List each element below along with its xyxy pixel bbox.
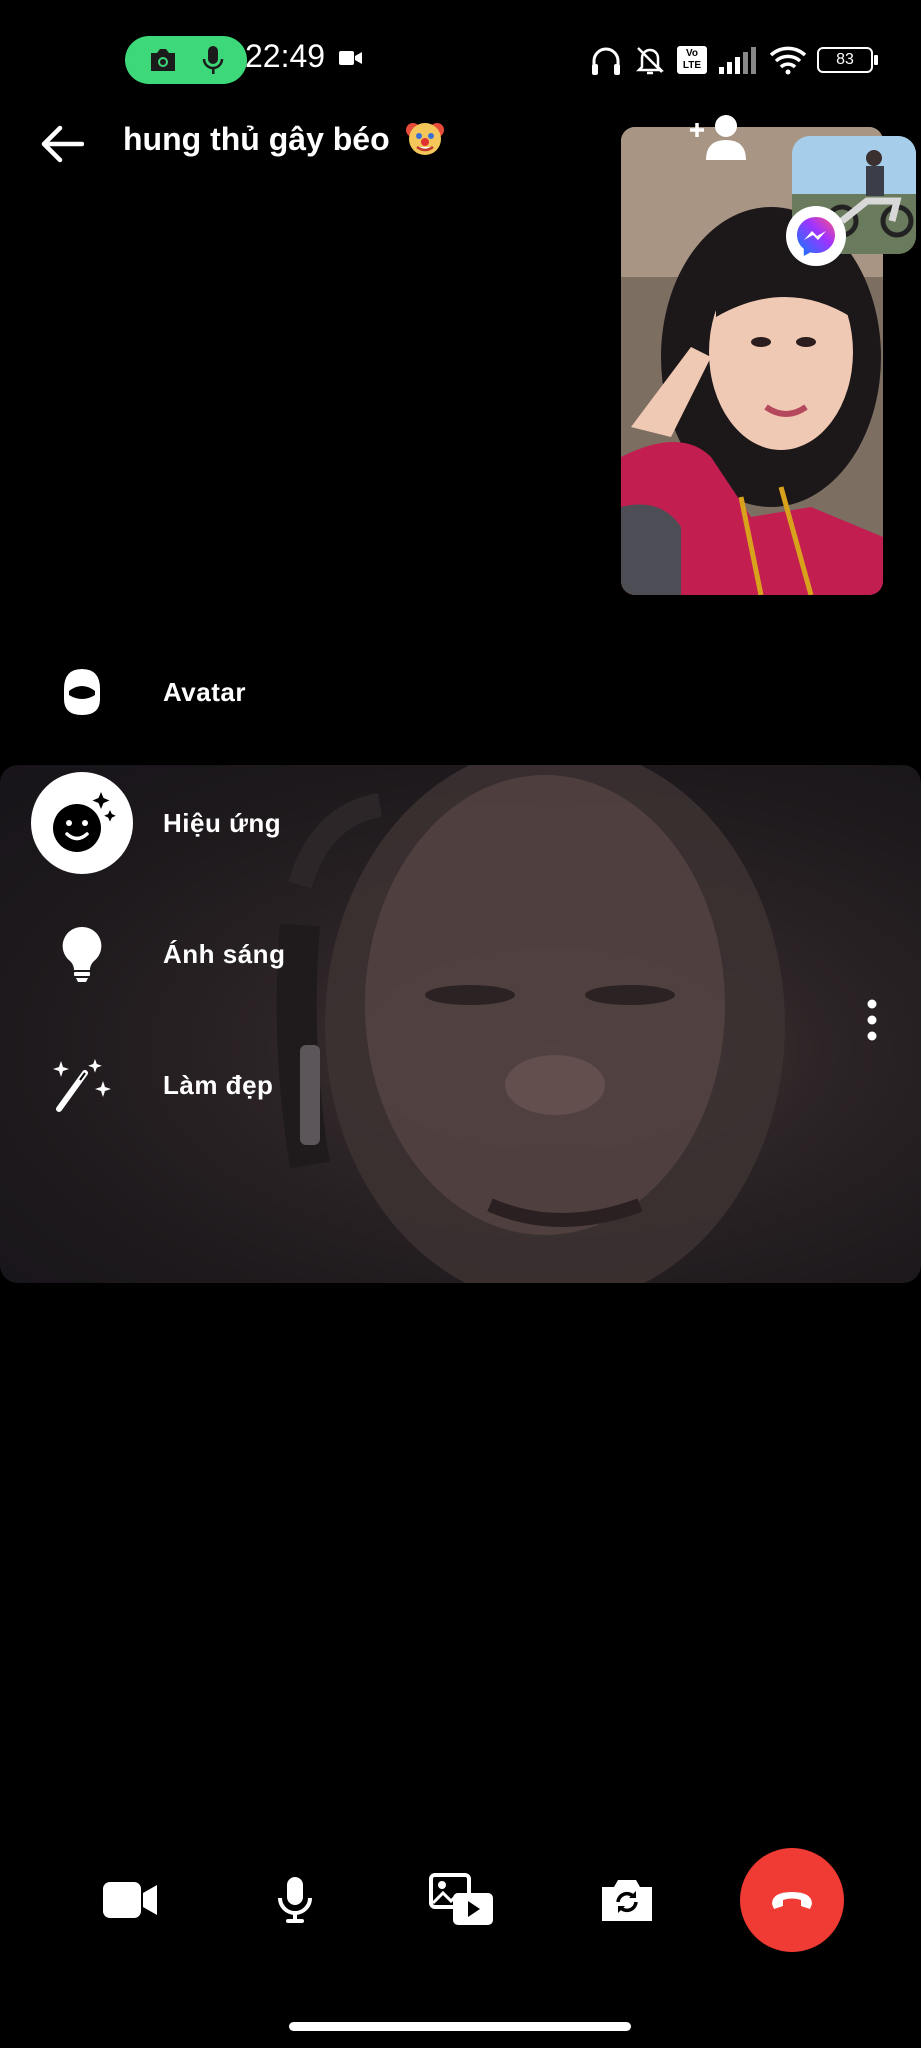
recording-indicator[interactable] [125,36,247,84]
status-icons: Vo LTE 83 [589,40,878,80]
menu-item-beautify[interactable]: Làm đẹp [0,1030,460,1140]
share-media-button[interactable] [410,1848,514,1952]
end-call-button[interactable] [740,1848,844,1952]
back-button[interactable] [30,112,94,176]
avatar-face-icon [31,641,133,743]
video-camera-icon [103,1882,157,1918]
microphone-icon [278,1877,312,1923]
call-title: hung thủ gây béo [123,118,445,158]
signal-icon [719,47,756,74]
smiley-sparkle-icon [31,772,133,874]
add-person-icon [690,115,746,160]
home-indicator[interactable] [289,2022,631,2031]
messenger-icon [797,217,835,256]
menu-label-effects: Hiệu ứng [163,807,282,838]
headphones-icon [592,47,620,75]
contact-name: hung thủ gây béo [123,121,390,157]
video-toggle-button[interactable] [78,1848,182,1952]
add-person-button[interactable] [688,112,752,168]
end-call-icon [772,1892,812,1909]
battery-indicator: 83 [817,47,878,73]
volte-badge: Vo LTE [677,46,707,74]
flip-camera-button[interactable] [575,1848,679,1952]
clown-face-icon [405,123,444,155]
menu-label-avatar: Avatar [163,676,246,707]
more-vertical-icon [867,999,877,1041]
status-time: 22:49 [245,38,326,74]
menu-item-effects[interactable]: Hiệu ứng [0,768,460,878]
bell-muted-icon [635,47,665,75]
wifi-icon [769,46,807,75]
menu-label-lighting: Ánh sáng [163,938,286,969]
menu-item-lighting[interactable]: Ánh sáng [0,899,460,1009]
light-bulb-icon [31,903,133,1005]
more-options-button[interactable] [850,990,894,1050]
menu-label-beautify: Làm đẹp [163,1069,274,1100]
media-share-icon [429,1873,493,1925]
video-recording-icon [339,51,362,65]
camera-icon [151,49,176,71]
magic-wand-icon [31,1034,133,1136]
arrow-left-icon [41,125,84,163]
menu-item-avatar[interactable]: Avatar [0,637,460,747]
microphone-button[interactable] [243,1848,347,1952]
messenger-badge [786,206,846,266]
flip-camera-icon [602,1880,652,1921]
microphone-icon [202,46,223,74]
